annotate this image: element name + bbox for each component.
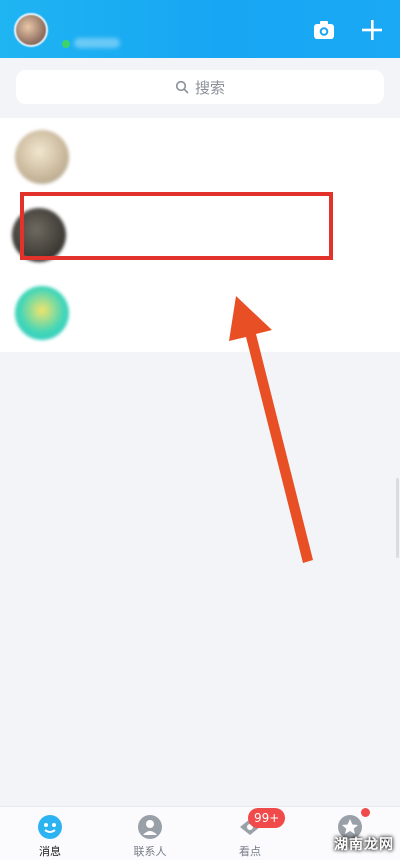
- tab-contacts[interactable]: 联系人: [100, 807, 200, 860]
- message-icon: [36, 813, 64, 841]
- notification-dot: [361, 808, 370, 817]
- plus-icon[interactable]: [359, 17, 385, 43]
- tab-label: 联系人: [133, 845, 167, 858]
- search-icon: [175, 80, 189, 94]
- avatar: [15, 286, 69, 340]
- online-status-dot: [62, 40, 70, 48]
- watermark: 湖南龙网: [334, 837, 394, 853]
- search-input[interactable]: 搜索: [16, 70, 384, 104]
- tab-label: 消息: [39, 845, 61, 858]
- message-content: 搜索: [0, 58, 400, 806]
- camera-icon[interactable]: [311, 17, 337, 43]
- online-status-text: [74, 38, 120, 48]
- top-header: [0, 0, 400, 58]
- chat-item[interactable]: [0, 274, 400, 352]
- tab-label: 看点: [239, 845, 261, 858]
- tab-messages[interactable]: 消息: [0, 807, 100, 860]
- unread-badge: 99+: [248, 808, 286, 828]
- search-placeholder: 搜索: [194, 78, 225, 97]
- scrollbar[interactable]: [396, 478, 399, 558]
- chat-item[interactable]: [0, 118, 400, 196]
- search-area: 搜索: [0, 58, 400, 118]
- avatar: [15, 130, 69, 184]
- highlight-box: [20, 192, 333, 260]
- contacts-icon: [136, 813, 164, 841]
- user-avatar[interactable]: [14, 13, 48, 47]
